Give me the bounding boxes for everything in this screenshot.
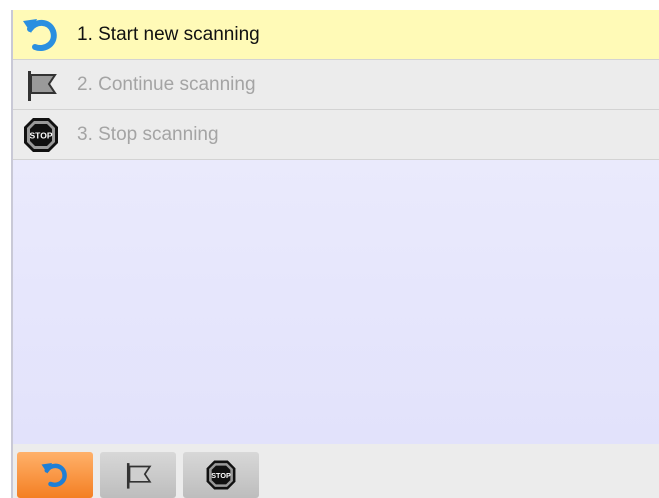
stop-sign-text: STOP (30, 130, 53, 140)
menu-item-label: 1. Start new scanning (77, 23, 260, 45)
flag-icon (21, 65, 61, 105)
bottom-toolbar: STOP (13, 444, 659, 498)
stop-sign-text: STOP (211, 471, 231, 480)
stop-sign-icon: STOP (206, 460, 236, 490)
menu-item-start-new-scanning[interactable]: 1. Start new scanning (13, 10, 659, 60)
menu-item-stop-scanning[interactable]: STOP 3. Stop scanning (13, 110, 659, 160)
stop-scanning-button[interactable]: STOP (183, 452, 259, 498)
menu-item-label: 3. Stop scanning (77, 123, 219, 145)
undo-arrow-icon (41, 463, 67, 487)
menu-item-continue-scanning[interactable]: 2. Continue scanning (13, 60, 659, 110)
undo-arrow-icon (21, 15, 61, 55)
continue-scanning-button[interactable] (100, 452, 176, 498)
scan-menu: 1. Start new scanning 2. Continue scanni… (13, 10, 659, 444)
stop-sign-icon: STOP (21, 115, 61, 155)
flag-icon (126, 463, 152, 489)
menu-item-label: 2. Continue scanning (77, 73, 256, 95)
start-new-scanning-button[interactable] (17, 452, 93, 498)
